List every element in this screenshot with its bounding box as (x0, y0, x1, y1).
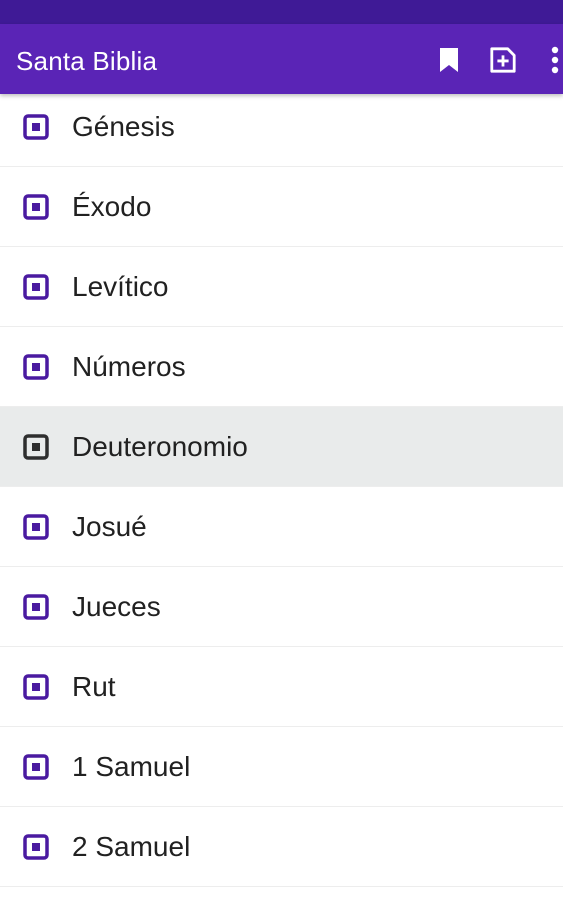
book-item-deuteronomio[interactable]: Deuteronomio (0, 407, 563, 487)
book-icon (22, 753, 50, 781)
book-list: Génesis Éxodo Levítico Números Deuterono… (0, 87, 563, 900)
book-icon (22, 273, 50, 301)
book-item-rut[interactable]: Rut (0, 647, 563, 727)
book-item-2-samuel[interactable]: 2 Samuel (0, 807, 563, 887)
book-item-jueces[interactable]: Jueces (0, 567, 563, 647)
book-icon (22, 833, 50, 861)
book-icon (22, 593, 50, 621)
book-label: Números (72, 350, 186, 382)
book-icon (22, 193, 50, 221)
book-label: Génesis (72, 110, 175, 142)
app-bar: Santa Biblia (0, 24, 563, 94)
book-item-genesis[interactable]: Génesis (0, 87, 563, 167)
more-vert-icon[interactable] (541, 46, 563, 74)
book-label: 1 Samuel (72, 750, 191, 782)
app-title: Santa Biblia (16, 46, 158, 76)
book-label: 2 Samuel (72, 830, 191, 862)
book-item-numeros[interactable]: Números (0, 327, 563, 407)
book-label: Éxodo (72, 190, 152, 222)
book-icon (22, 113, 50, 141)
add-note-icon[interactable] (489, 46, 517, 74)
book-label: Jueces (72, 590, 161, 622)
book-item-levitico[interactable]: Levítico (0, 247, 563, 327)
book-icon (22, 673, 50, 701)
book-item-josue[interactable]: Josué (0, 487, 563, 567)
book-icon (22, 353, 50, 381)
book-label: Rut (72, 670, 116, 702)
book-label: Deuteronomio (72, 430, 248, 462)
bookmark-icon[interactable] (435, 46, 463, 74)
book-label: Josué (72, 510, 147, 542)
status-bar (0, 0, 563, 24)
book-item-exodo[interactable]: Éxodo (0, 167, 563, 247)
book-icon (22, 513, 50, 541)
book-icon (22, 433, 50, 461)
book-item-1-samuel[interactable]: 1 Samuel (0, 727, 563, 807)
book-label: Levítico (72, 270, 169, 302)
